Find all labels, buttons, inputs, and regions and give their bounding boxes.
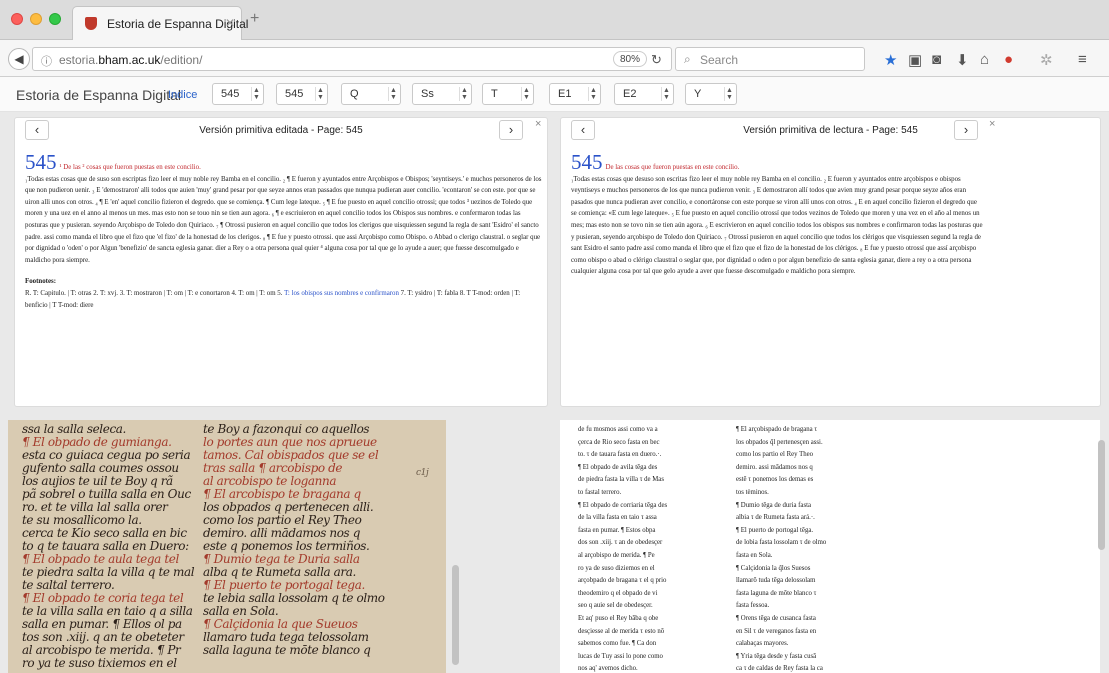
manuscript-image[interactable]: ssa la salla seleca. ¶ El obpado de gumi… <box>8 420 446 673</box>
zoom-badge[interactable]: 80% <box>613 51 648 67</box>
back-button[interactable]: ◀ <box>8 48 30 70</box>
page-number: 545 <box>571 150 603 174</box>
select-2[interactable]: 545 ▲ ▼ <box>276 83 328 105</box>
info-icon[interactable]: ⓘ <box>41 53 52 69</box>
panel-title: Versión primitiva de lectura - Page: 545 <box>743 125 918 136</box>
search-icon: ⌕ <box>684 52 691 66</box>
bookmark-star-icon[interactable]: ★ <box>884 51 897 69</box>
page-number: 545 <box>25 150 57 174</box>
panel-title: Versión primitiva editada - Page: 545 <box>199 125 363 136</box>
page-scrollbar[interactable] <box>1098 440 1105 550</box>
chapter-text: ₁Todas estas cosas que desuso son escrit… <box>571 175 983 276</box>
margin-note: c1j <box>416 468 429 478</box>
panel-text: 545 ¹ De las ² cosas que fueron puestas e… <box>25 152 543 311</box>
chapter-text: ₁Todas estas cosas que de suso son escri… <box>25 175 542 264</box>
window-titlebar: Estoria de Espanna Digital ✕ + <box>0 0 1109 40</box>
chapter-heading: De las cosas que fueron puestas en este … <box>605 164 740 171</box>
footnote-link[interactable]: T: los obispos sus nombres e confirmaron <box>284 290 399 297</box>
clipboard-icon[interactable]: ▣ <box>908 51 922 69</box>
footnotes-text: R. T: Capitulo. | T: otras 2. T: xvj. 3.… <box>25 289 521 309</box>
reload-icon[interactable]: ↻ <box>651 52 662 68</box>
panel-reading-version: ‹ Versión primitiva de lectura - Page: 5… <box>560 117 1101 407</box>
select-4[interactable]: Ss ▲ ▼ <box>412 83 472 105</box>
next-page-button[interactable]: › <box>499 120 523 140</box>
site-favicon-icon <box>85 17 97 30</box>
new-tab-button[interactable]: + <box>250 10 259 28</box>
app-title: Estoria de Espanna Digital <box>16 87 181 103</box>
transcription-col-1: de fu mosmos assi como va a çerca de Rio… <box>578 426 668 673</box>
browser-navbar: ◀ ⓘ estoria.bham.ac.uk/edition/ 80% ↻ ⌕ … <box>0 40 1109 77</box>
download-icon[interactable]: ⬇ <box>956 51 969 69</box>
chapter-heading: ¹ De las ² cosas que fueron puestas en e… <box>59 164 201 171</box>
url-text[interactable]: estoria.bham.ac.uk/edition/ <box>59 53 202 67</box>
select-5[interactable]: T ▲ ▼ <box>482 83 534 105</box>
search-placeholder: Search <box>700 53 739 67</box>
select-3[interactable]: Q ▲ ▼ <box>341 83 401 105</box>
pocket-icon[interactable]: ◙ <box>932 51 941 68</box>
panel-close-icon[interactable]: × <box>535 118 541 130</box>
panel-edited-version: ‹ Versión primitiva editada - Page: 545 … <box>14 117 548 407</box>
panel-close-icon[interactable]: × <box>989 118 995 130</box>
manuscript-scrollbar[interactable] <box>452 565 459 665</box>
tab-close-icon[interactable]: ✕ <box>225 16 235 30</box>
zoom-window-button[interactable] <box>49 13 61 25</box>
transcription-col-2: ¶ El arçobispado de bragana τ los obpado… <box>736 426 827 673</box>
indice-link[interactable]: Indice <box>168 89 197 101</box>
select-7[interactable]: E2 ▲ ▼ <box>614 83 674 105</box>
close-window-button[interactable] <box>11 13 23 25</box>
url-bar[interactable]: ⓘ estoria.bham.ac.uk/edition/ 80% ↻ <box>32 47 672 71</box>
footnotes-heading: Footnotes: <box>25 278 57 286</box>
adblock-icon[interactable]: ● <box>1004 51 1013 68</box>
select-1[interactable]: 545 ▲ ▼ <box>212 83 264 105</box>
search-input[interactable]: ⌕ Search <box>675 47 865 71</box>
panel-text: 545 De las cosas que fueron puestas en es… <box>571 152 983 278</box>
select-6[interactable]: E1 ▲ ▼ <box>549 83 601 105</box>
home-icon[interactable]: ⌂ <box>980 51 989 68</box>
minimize-window-button[interactable] <box>30 13 42 25</box>
browser-tab[interactable]: Estoria de Espanna Digital ✕ <box>72 6 248 40</box>
app-toolbar: Estoria de Espanna Digital Indice 545 ▲ ▼ … <box>0 77 1109 112</box>
menu-icon[interactable]: ≡ <box>1078 51 1087 68</box>
select-8[interactable]: Y ▲ ▼ <box>685 83 737 105</box>
extension-icon[interactable]: ✲ <box>1040 51 1053 69</box>
next-page-button[interactable]: › <box>954 120 978 140</box>
transcription-panel: de fu mosmos assi como va a çerca de Rio… <box>560 420 1100 673</box>
